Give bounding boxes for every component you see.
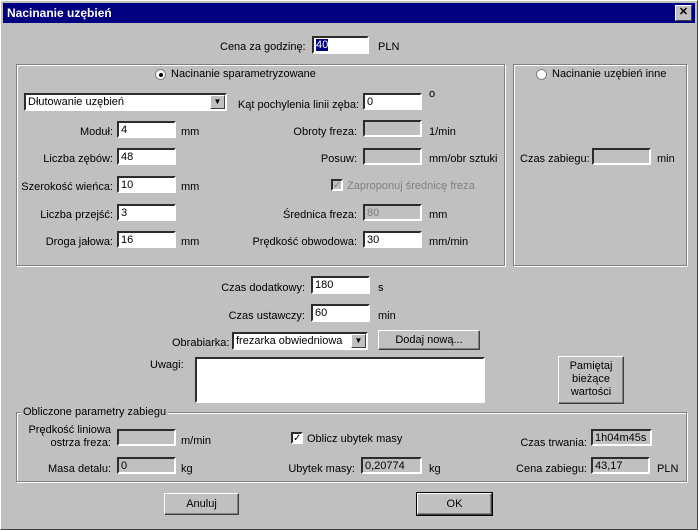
droga-label: Droga jałowa: [45,236,113,248]
cena-unit: PLN [378,41,400,53]
srednica-label: Średnica freza: [283,209,357,221]
predkosc-obwodowa-input[interactable]: 30 [363,231,422,248]
posuw-input [363,148,422,165]
czas-zabiegu-label: Czas zabiegu: [520,153,590,165]
pamietaj-line-3: wartości [570,386,612,398]
obrabiarka-select[interactable]: frezarka obwiedniowa ▼ [232,332,368,350]
modul-input[interactable]: 4 [117,121,176,138]
other-group [513,64,687,266]
srednica-input: 80 [363,204,422,221]
posuw-unit: mm/obr sztuki [429,153,498,165]
dialog-window: Nacinanie uzębień ✕ Cena za godzinę: 40 … [0,0,698,530]
dodaj-nowa-button[interactable]: Dodaj nową... [378,330,480,350]
kat-unit: o [429,88,436,100]
posuw-label: Posuw: [320,153,357,165]
kat-label: Kąt pochylenia linii zęba: [237,99,359,111]
masa-detalu-unit: kg [181,463,193,475]
predkosc-liniowa-line-1: Prędkość liniowa [28,424,111,436]
method-select[interactable]: Dłutowanie uzębień ▼ [24,93,227,111]
modul-unit: mm [181,126,200,138]
dodatkowy-unit: s [378,282,384,294]
szerokosc-label: Szerokość wieńca: [21,181,113,193]
window-title: Nacinanie uzębień [7,6,112,20]
pamietaj-button[interactable]: Pamiętaj bieżące wartości [558,356,624,404]
radio-param-label: Nacinanie sparametryzowane [169,68,318,80]
oblicz-label: Oblicz ubytek masy [307,433,403,445]
predkosc-liniowa-line-2: ostrza freza: [50,437,111,449]
cena-zabiegu-unit: PLN [657,463,679,475]
modul-label: Moduł: [79,126,113,138]
ok-button[interactable]: OK [416,492,493,516]
zaproponuj-label: Zaproponuj średnicę freza [347,180,475,192]
uwagi-label: Uwagi: [150,359,184,371]
close-icon[interactable]: ✕ [675,5,692,21]
liczba-zebow-label: Liczba zębów: [43,153,113,165]
cancel-button[interactable]: Anuluj [164,493,239,515]
chevron-down-icon[interactable]: ▼ [351,334,366,348]
obrabiarka-value: frezarka obwiedniowa [236,335,343,347]
method-select-value: Dłutowanie uzębień [28,96,125,108]
results-group-label: Obliczone parametry zabiegu [21,406,169,418]
szerokosc-input[interactable]: 10 [117,176,176,193]
title-bar: Nacinanie uzębień ✕ [3,3,695,23]
masa-detalu-input: 0 [117,457,176,474]
ustawczy-unit: min [378,310,396,322]
cena-label: Cena za godzinę: [220,41,306,53]
szerokosc-unit: mm [181,181,200,193]
cena-zabiegu-value: 43,17 [591,457,650,474]
uwagi-textarea[interactable] [195,357,485,403]
predkosc-obwodowa-unit: mm/min [429,236,469,248]
zaproponuj-checkbox[interactable]: ✓ [331,179,343,191]
ubytek-unit: kg [429,463,441,475]
oblicz-checkbox[interactable]: ✓ [291,432,303,444]
czas-trwania-value: 1h04m45s [591,429,652,446]
kat-input[interactable]: 0 [363,93,422,110]
czas-trwania-label: Czas trwania: [520,437,587,449]
predkosc-liniowa-input [117,429,176,446]
obroty-label: Obroty freza: [293,126,357,138]
radio-param[interactable] [155,69,166,80]
droga-input[interactable]: 16 [117,231,176,248]
liczba-zebow-input[interactable]: 48 [117,148,176,165]
dodatkowy-label: Czas dodatkowy: [221,282,305,294]
radio-other[interactable] [536,69,547,80]
obroty-unit: 1/min [429,126,456,138]
predkosc-liniowa-unit: m/min [181,435,211,447]
pamietaj-line-2: bieżące [572,373,610,385]
predkosc-liniowa-label: Prędkość liniowa ostrza freza: [21,424,111,450]
dodatkowy-input[interactable]: 180 [311,276,370,294]
czas-zabiegu-unit: min [657,153,675,165]
srednica-unit: mm [429,209,448,221]
ubytek-value: 0,20774 [361,457,422,474]
przejsc-input[interactable]: 3 [117,204,176,221]
przejsc-label: Liczba przejść: [40,209,113,221]
obroty-input [363,120,422,137]
ubytek-label: Ubytek masy: [288,463,355,475]
pamietaj-line-1: Pamiętaj [569,360,613,372]
obrabiarka-label: Obrabiarka: [172,337,230,349]
predkosc-obwodowa-label: Prędkość obwodowa: [252,236,357,248]
czas-zabiegu-input [592,148,651,165]
cena-zabiegu-label: Cena zabiegu: [516,463,587,475]
masa-detalu-label: Masa detalu: [48,463,111,475]
cena-input[interactable]: 40 [312,36,369,54]
ustawczy-input[interactable]: 60 [311,304,370,322]
radio-other-label: Nacinanie uzębień inne [550,68,669,80]
ustawczy-label: Czas ustawczy: [228,310,305,322]
droga-unit: mm [181,236,200,248]
